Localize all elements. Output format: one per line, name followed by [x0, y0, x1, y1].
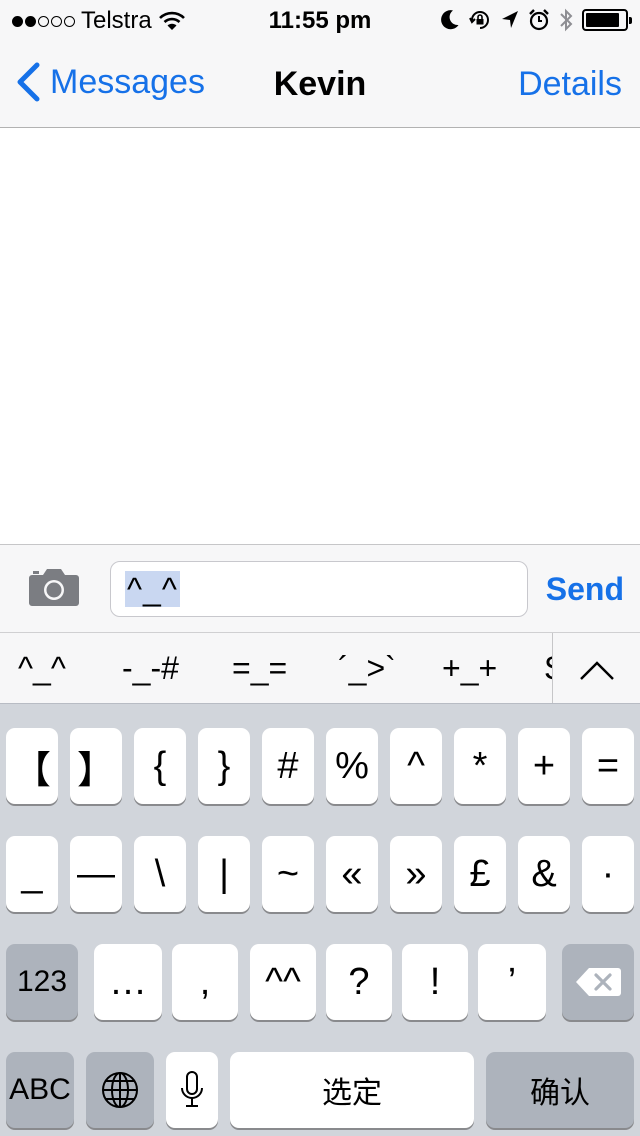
alarm-clock-icon	[529, 9, 549, 31]
candidate-bar: ^_^ -_-# =_= ´_>` +_+ S	[0, 632, 640, 704]
rotation-lock-icon	[469, 11, 489, 29]
key[interactable]: +	[518, 728, 570, 804]
space-key[interactable]: 选定	[230, 1052, 474, 1128]
key[interactable]: ?	[326, 944, 392, 1020]
key[interactable]: !	[402, 944, 468, 1020]
key[interactable]: {	[134, 728, 186, 804]
bluetooth-icon	[560, 8, 573, 32]
navigation-bar: Messages Kevin Details	[0, 40, 640, 128]
key[interactable]: &	[518, 836, 570, 912]
keyboard: 【 】 { } # % ^ * + = _ — \ | ~ « » £ & · …	[0, 704, 640, 1136]
key[interactable]: 【	[6, 728, 58, 804]
backspace-icon	[576, 968, 621, 996]
key[interactable]: *	[454, 728, 506, 804]
chevron-up-icon	[580, 661, 614, 680]
send-button[interactable]: Send	[546, 571, 624, 608]
moon-icon	[441, 10, 459, 30]
globe-icon	[102, 1072, 138, 1108]
delete-key[interactable]	[562, 944, 634, 1020]
message-input-bar: ^_^ Send	[0, 544, 640, 632]
confirm-key[interactable]: 确认	[486, 1052, 634, 1128]
microphone-icon	[181, 1071, 203, 1107]
globe-key[interactable]	[86, 1052, 154, 1128]
expand-candidates-button[interactable]	[552, 633, 640, 703]
message-text-field[interactable]: ^_^	[110, 561, 528, 617]
candidate-item[interactable]: =_=	[232, 650, 287, 687]
key[interactable]: —	[70, 836, 122, 912]
dictation-key[interactable]	[166, 1052, 218, 1128]
key[interactable]: _	[6, 836, 58, 912]
key[interactable]: «	[326, 836, 378, 912]
key[interactable]: }	[198, 728, 250, 804]
key[interactable]: #	[262, 728, 314, 804]
conversation-area[interactable]	[0, 129, 640, 544]
key[interactable]: 】	[70, 728, 122, 804]
key[interactable]: |	[198, 836, 250, 912]
key[interactable]: ~	[262, 836, 314, 912]
status-bar: Telstra 11:55 pm	[0, 0, 640, 40]
key[interactable]: …	[94, 944, 162, 1020]
location-arrow-icon	[502, 11, 518, 28]
key[interactable]: ^^	[250, 944, 316, 1020]
candidate-item[interactable]: +_+	[442, 650, 497, 687]
camera-icon[interactable]	[28, 567, 80, 607]
key[interactable]: »	[390, 836, 442, 912]
key[interactable]: =	[582, 728, 634, 804]
abc-key[interactable]: ABC	[6, 1052, 74, 1128]
key[interactable]: ^	[390, 728, 442, 804]
candidate-item[interactable]: ´_>`	[338, 650, 396, 687]
key[interactable]: ·	[582, 836, 634, 912]
candidate-item[interactable]: -_-#	[122, 650, 179, 687]
candidate-item[interactable]: ^_^	[18, 650, 66, 687]
key[interactable]: %	[326, 728, 378, 804]
battery-icon	[582, 9, 632, 31]
details-button[interactable]: Details	[518, 65, 622, 104]
marked-text: ^_^	[125, 571, 180, 607]
status-right	[440, 7, 632, 33]
key[interactable]: ,	[172, 944, 238, 1020]
key[interactable]: ’	[478, 944, 546, 1020]
key[interactable]: £	[454, 836, 506, 912]
numbers-key[interactable]: 123	[6, 944, 78, 1020]
key[interactable]: \	[134, 836, 186, 912]
